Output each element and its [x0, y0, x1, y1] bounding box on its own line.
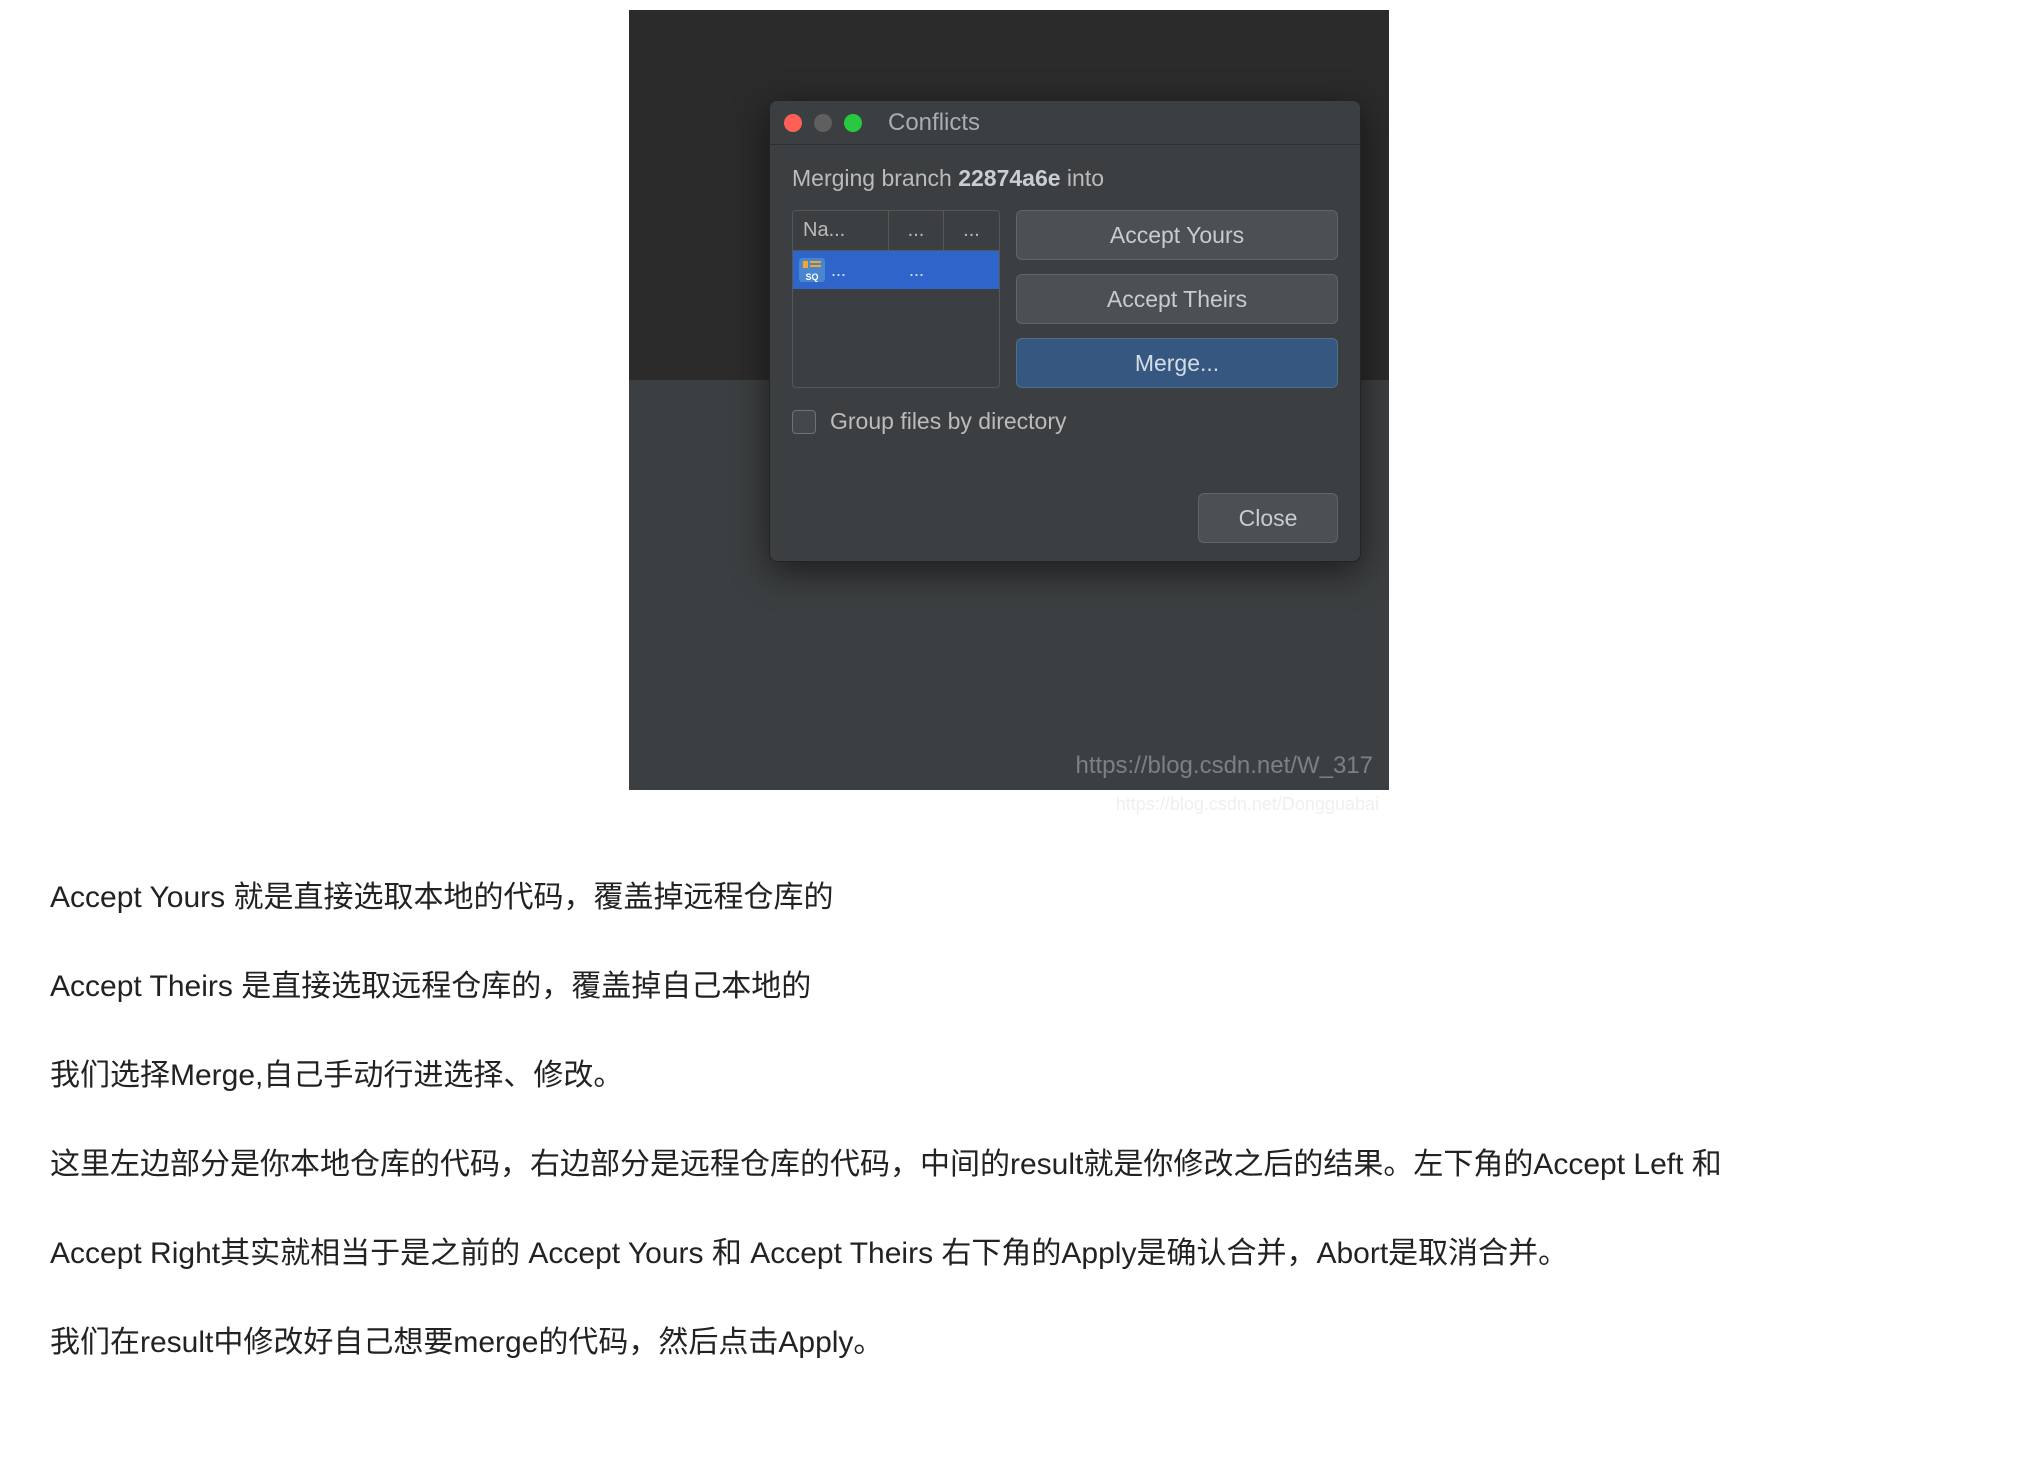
- dialog-footer: Close: [792, 493, 1338, 543]
- dialog-body: Merging branch 22874a6e into Na... ... .…: [770, 145, 1360, 561]
- table-cell-file: SQ ...: [793, 251, 889, 289]
- table-cell-3: [944, 251, 999, 289]
- window-controls: [784, 114, 862, 132]
- table-header-col2[interactable]: ...: [889, 211, 944, 250]
- watermark-inner: https://blog.csdn.net/W_317: [1075, 752, 1373, 780]
- ide-background: Conflicts Merging branch 22874a6e into N…: [629, 10, 1389, 790]
- branch-name: 22874a6e: [958, 165, 1060, 191]
- paragraph: Accept Yours 就是直接选取本地的代码，覆盖掉远程仓库的: [50, 875, 1968, 920]
- watermark-outer: https://blog.csdn.net/Dongguabai: [629, 794, 1389, 815]
- table-header-col3[interactable]: ...: [944, 211, 999, 250]
- table-row[interactable]: SQ ... ...: [793, 251, 999, 289]
- accept-theirs-button[interactable]: Accept Theirs: [1016, 274, 1338, 324]
- action-buttons: Accept Yours Accept Theirs Merge...: [1016, 210, 1338, 388]
- dialog-titlebar: Conflicts: [770, 101, 1360, 145]
- conflict-file-table[interactable]: Na... ... ... SQ ... ...: [792, 210, 1000, 388]
- table-cell-2: ...: [889, 251, 944, 289]
- table-header: Na... ... ...: [793, 211, 999, 251]
- minimize-icon[interactable]: [814, 114, 832, 132]
- merging-prefix: Merging branch: [792, 165, 958, 191]
- merge-button[interactable]: Merge...: [1016, 338, 1338, 388]
- table-header-name[interactable]: Na...: [793, 211, 889, 250]
- paragraph: Accept Right其实就相当于是之前的 Accept Yours 和 Ac…: [50, 1231, 1968, 1276]
- group-files-row: Group files by directory: [792, 408, 1338, 435]
- dialog-title: Conflicts: [888, 109, 980, 137]
- group-files-label: Group files by directory: [830, 408, 1066, 435]
- middle-row: Na... ... ... SQ ... ...: [792, 210, 1338, 388]
- conflicts-dialog: Conflicts Merging branch 22874a6e into N…: [769, 100, 1361, 562]
- group-files-checkbox[interactable]: [792, 410, 816, 434]
- paragraph: 这里左边部分是你本地仓库的代码，右边部分是远程仓库的代码，中间的result就是…: [50, 1142, 1968, 1187]
- paragraph: 我们选择Merge,自己手动行进选择、修改。: [50, 1053, 1968, 1098]
- screenshot-container: Conflicts Merging branch 22874a6e into N…: [0, 0, 2018, 815]
- sql-file-icon: SQ: [799, 258, 825, 282]
- merging-suffix: into: [1061, 165, 1104, 191]
- merging-label: Merging branch 22874a6e into: [792, 165, 1338, 192]
- accept-yours-button[interactable]: Accept Yours: [1016, 210, 1338, 260]
- article-body: Accept Yours 就是直接选取本地的代码，覆盖掉远程仓库的 Accept…: [0, 815, 2018, 1469]
- close-button[interactable]: Close: [1198, 493, 1338, 543]
- close-icon[interactable]: [784, 114, 802, 132]
- file-name-truncated: ...: [831, 260, 846, 281]
- paragraph: 我们在result中修改好自己想要merge的代码，然后点击Apply。: [50, 1320, 1968, 1365]
- paragraph: Accept Theirs 是直接选取远程仓库的，覆盖掉自己本地的: [50, 964, 1968, 1009]
- maximize-icon[interactable]: [844, 114, 862, 132]
